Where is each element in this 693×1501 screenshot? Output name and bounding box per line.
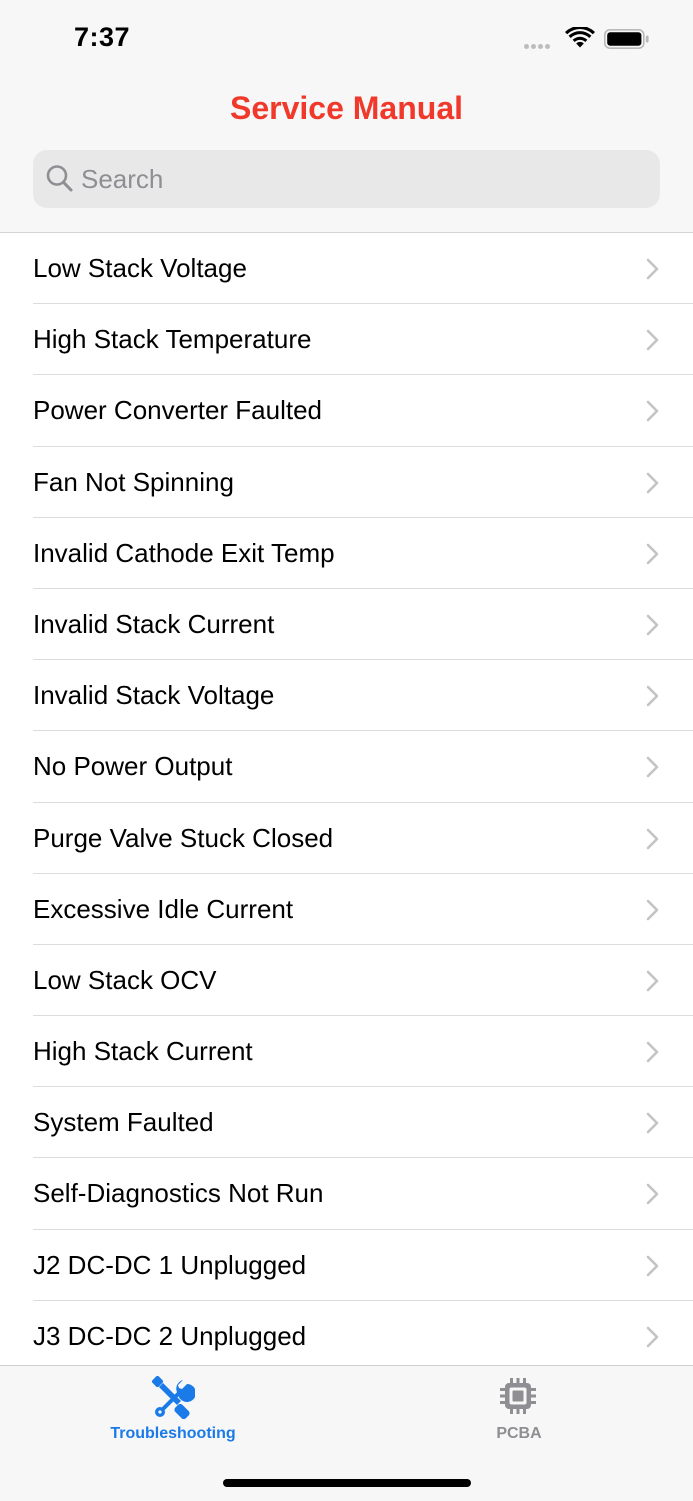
list-item[interactable]: High Stack Current (0, 1016, 693, 1088)
wifi-icon (565, 27, 595, 48)
status-time: 7:37 (74, 22, 131, 52)
chip-icon (500, 1378, 536, 1414)
chevron-right-icon (646, 258, 659, 280)
chevron-right-icon (646, 899, 659, 920)
tab-bar: Troubleshooting PCBA (0, 1365, 693, 1501)
chevron-right-icon (646, 401, 659, 422)
search-bar[interactable] (33, 150, 660, 208)
chevron-right-icon (646, 685, 659, 707)
list-item[interactable]: J2 DC-DC 1 Unplugged (0, 1230, 693, 1301)
list-item[interactable]: Power Converter Faulted (0, 375, 693, 447)
navigation-header: 7:37 Service Manual (0, 0, 693, 233)
chevron-right-icon (646, 970, 659, 992)
list-item-label: Purge Valve Stuck Closed (33, 822, 334, 853)
chevron-right-icon (646, 543, 659, 565)
tools-icon (151, 1375, 195, 1419)
list-item-label: Power Converter Faulted (33, 395, 323, 426)
chevron-right-icon (646, 472, 659, 493)
list-item[interactable]: System Faulted (0, 1087, 693, 1159)
list-item-label: No Power Output (33, 751, 233, 782)
list-item[interactable]: Self-Diagnostics Not Run (0, 1158, 693, 1230)
list-item-label: Invalid Stack Voltage (33, 680, 275, 711)
list-item-label: System Faulted (33, 1107, 214, 1138)
battery-icon (604, 29, 649, 49)
search-icon (46, 165, 73, 192)
list-item[interactable]: Invalid Stack Current (0, 589, 693, 661)
list-item[interactable]: Excessive Idle Current (0, 874, 693, 945)
list-item-label: Invalid Cathode Exit Temp (33, 537, 335, 568)
cellular-signal-icon (524, 44, 550, 49)
list-item-label: J2 DC-DC 1 Unplugged (33, 1249, 307, 1280)
search-input[interactable] (81, 150, 641, 208)
list-item[interactable]: No Power Output (0, 731, 693, 803)
list-item-label: High Stack Temperature (33, 324, 312, 355)
list-item[interactable]: Invalid Cathode Exit Temp (0, 518, 693, 589)
list-item-label: Low Stack OCV (33, 964, 217, 995)
list-item[interactable]: Invalid Stack Voltage (0, 660, 693, 732)
list-item[interactable]: Low Stack Voltage (0, 233, 693, 305)
chevron-right-icon (646, 1255, 659, 1276)
page-title: Service Manual (230, 90, 463, 126)
list-item-label: Self-Diagnostics Not Run (33, 1178, 324, 1209)
tab-label: Troubleshooting (110, 1425, 236, 1442)
chevron-right-icon (646, 1184, 659, 1205)
list-item[interactable]: Low Stack OCV (0, 945, 693, 1017)
chevron-right-icon (646, 329, 659, 351)
troubleshooting-list: Low Stack Voltage High Stack Temperature… (0, 233, 693, 1365)
chevron-right-icon (646, 1041, 659, 1063)
list-item[interactable]: Fan Not Spinning (0, 447, 693, 518)
home-indicator[interactable] (223, 1479, 471, 1487)
chevron-right-icon (646, 614, 659, 636)
list-item[interactable]: High Stack Temperature (0, 304, 693, 376)
chevron-right-icon (646, 757, 659, 778)
list-item-label: Low Stack Voltage (33, 253, 247, 283)
list-item-label: High Stack Current (33, 1036, 253, 1067)
chevron-right-icon (646, 1112, 659, 1134)
list-item-label: Invalid Stack Current (33, 608, 275, 639)
tab-pcba[interactable]: PCBA (419, 1366, 619, 1446)
chevron-right-icon (646, 1326, 659, 1348)
list-item-label: J3 DC-DC 2 Unplugged (33, 1320, 307, 1351)
list-item[interactable]: J3 DC-DC 2 Unplugged (0, 1301, 693, 1365)
tab-troubleshooting[interactable]: Troubleshooting (73, 1366, 273, 1446)
tab-label: PCBA (496, 1425, 542, 1442)
chevron-right-icon (646, 828, 659, 849)
list-item[interactable]: Purge Valve Stuck Closed (0, 803, 693, 874)
list-item-label: Excessive Idle Current (33, 893, 294, 924)
list-item-label: Fan Not Spinning (33, 466, 234, 497)
